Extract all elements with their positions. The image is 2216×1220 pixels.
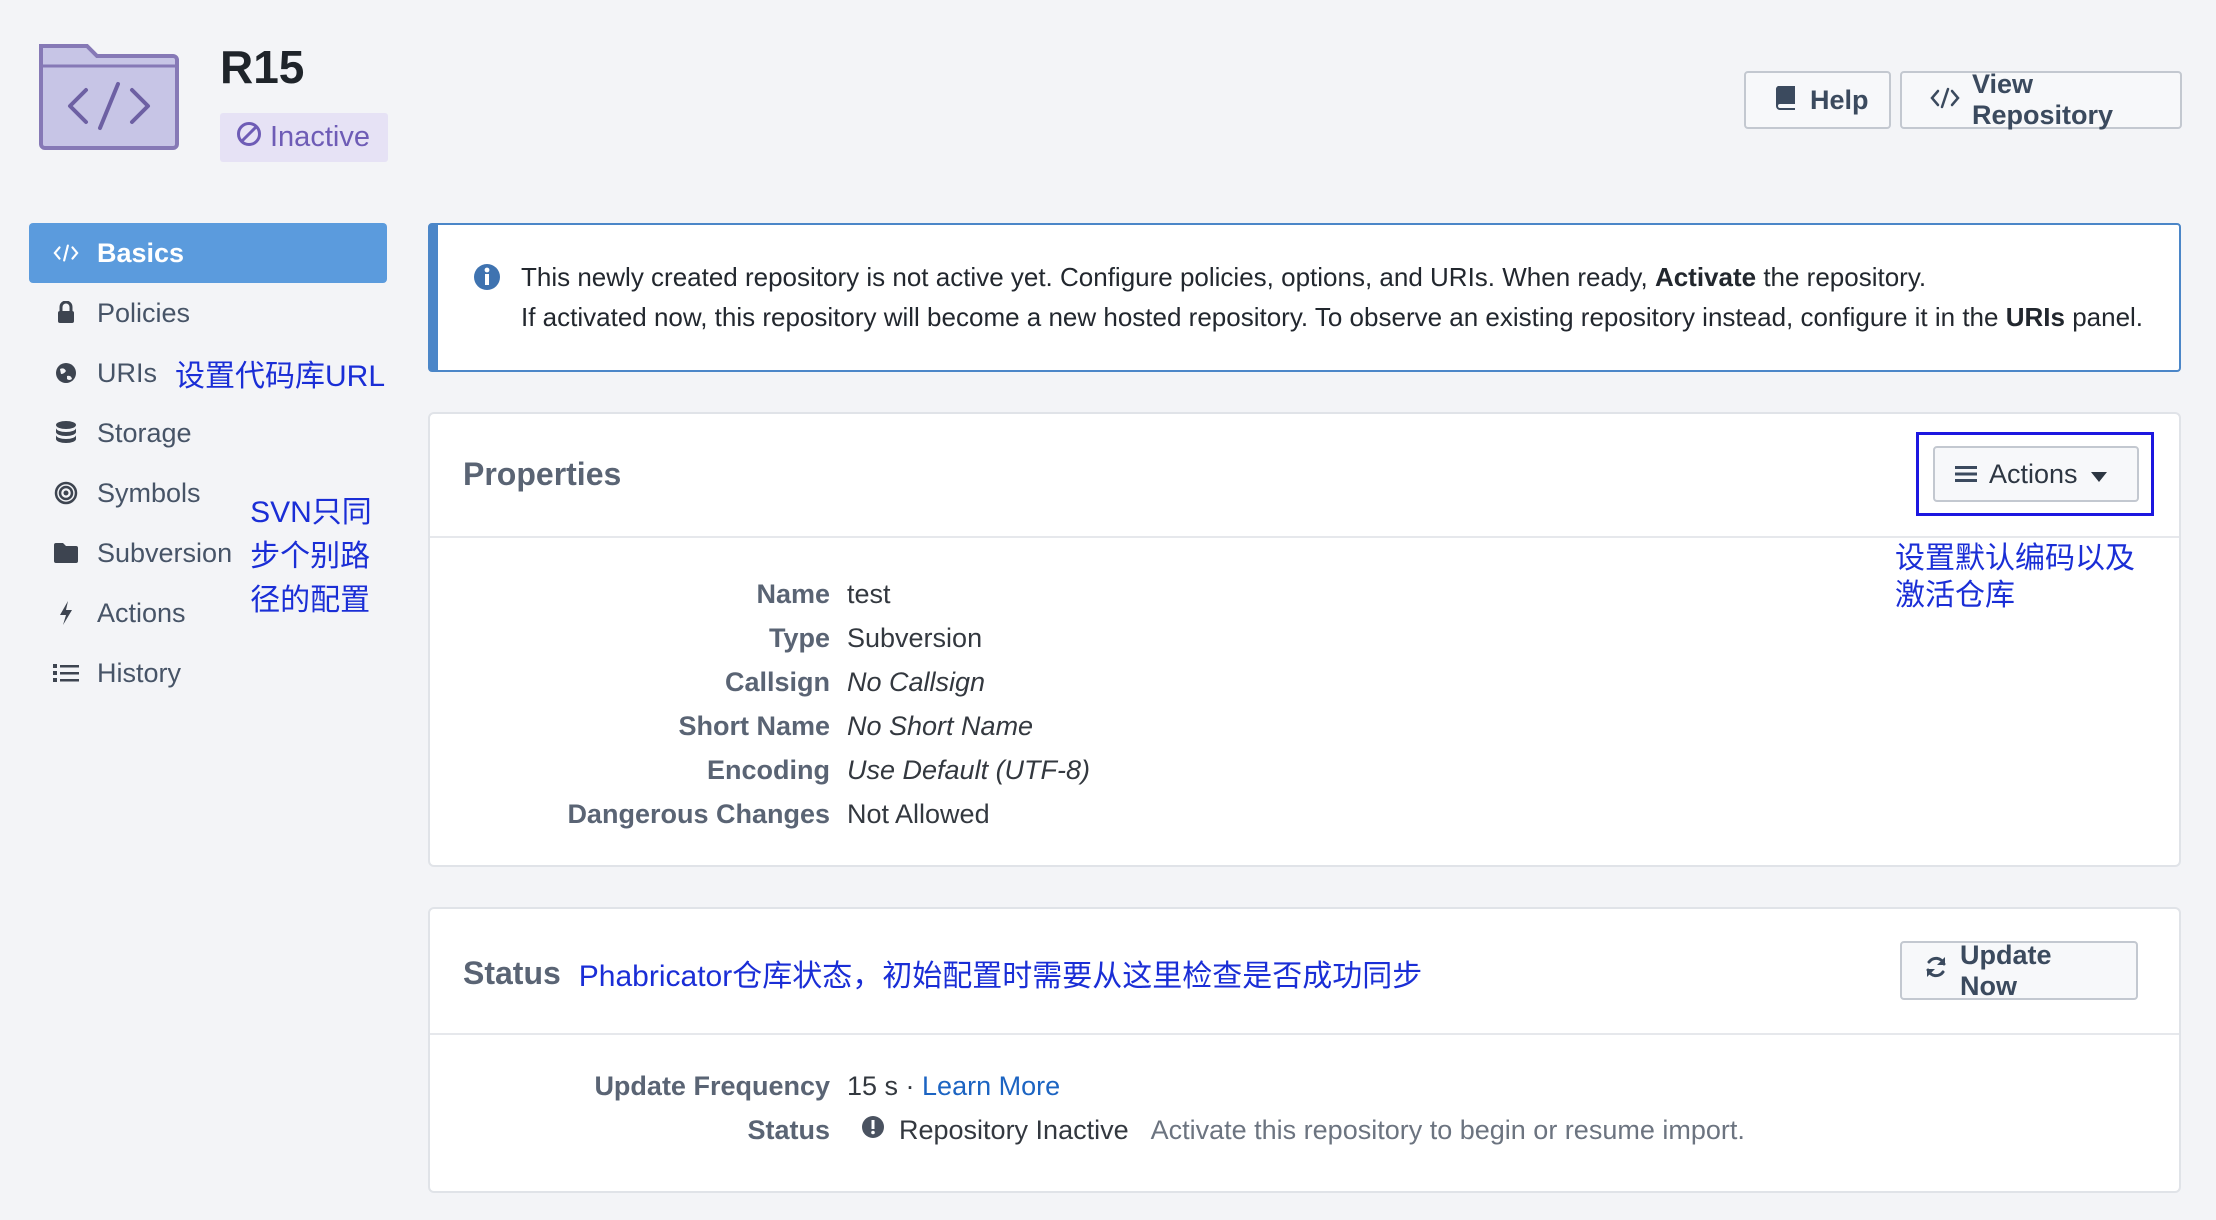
sidebar-item-subversion[interactable]: Subversion SVN只同步个别路径的配置 (29, 496, 387, 617)
exclamation-circle-icon (861, 1115, 885, 1146)
property-label: Short Name (678, 710, 830, 741)
status-title: Status (463, 954, 561, 991)
globe-icon (53, 361, 79, 385)
property-row: Type Subversion (430, 616, 1090, 660)
status-annotation: Phabricator仓库状态，初始配置时需要从这里检查是否成功同步 (578, 960, 1423, 993)
property-value: Not Allowed (847, 798, 990, 829)
property-label: Callsign (724, 666, 830, 697)
sidebar-item-policies[interactable]: Policies (29, 283, 387, 343)
database-icon (53, 420, 79, 446)
actions-annotation: 设置默认编码以及 激活仓库 (1895, 540, 2135, 614)
property-row: Short Name No Short Name (430, 704, 1090, 748)
status-row: Status Repository Inactive Activate this… (430, 1108, 1745, 1152)
properties-list: Name test Type Subversion Callsign No Ca… (430, 572, 1090, 836)
property-row: Dangerous Changes Not Allowed (430, 792, 1090, 836)
prohibited-icon (236, 121, 262, 155)
property-label: Type (768, 622, 830, 653)
properties-title: Properties (463, 456, 622, 492)
actions-annotation-line: 激活仓库 (1895, 579, 2015, 612)
code-icon (1930, 85, 1960, 116)
folder-icon (53, 542, 79, 564)
refresh-icon (1924, 955, 1948, 986)
actions-dropdown-button[interactable]: Actions (1933, 446, 2139, 502)
sidebar-item-label: Symbols (97, 477, 201, 508)
notice-text: If activated now, this repository will b… (521, 302, 2006, 332)
status-badge-label: Inactive (270, 121, 370, 153)
bolt-icon (53, 600, 79, 626)
notice-line-2: If activated now, this repository will b… (521, 302, 2143, 333)
bullseye-icon (53, 481, 79, 505)
notice-uris: URIs (2005, 302, 2065, 332)
sidebar-item-label: URIs (97, 357, 157, 388)
property-value: test (847, 578, 891, 609)
notice-line-1: This newly created repository is not act… (521, 262, 1926, 293)
sidebar-item-label: Subversion (97, 537, 233, 568)
properties-divider (430, 536, 2179, 538)
sidebar-item-label: Basics (97, 237, 185, 268)
property-value: Use Default (UTF-8) (847, 754, 1091, 785)
sidebar-item-label: Policies (97, 297, 191, 328)
property-label: Update Frequency (594, 1070, 830, 1101)
learn-more-link[interactable]: Learn More (922, 1071, 1060, 1101)
info-notice (428, 223, 2181, 372)
sidebar-item-basics[interactable]: Basics (29, 223, 387, 283)
update-frequency-row: Update Frequency 15 s · Learn More (430, 1064, 1060, 1108)
property-value: No Callsign (847, 666, 986, 697)
subversion-annotation: SVN只同步个别路径的配置 (250, 496, 372, 617)
status-header: Status Phabricator仓库状态，初始配置时需要从这里检查是否成功同… (463, 951, 1422, 995)
status-hint: Activate this repository to begin or res… (1150, 1114, 1745, 1145)
menu-icon (1955, 459, 1977, 490)
caret-down-icon (2090, 459, 2108, 490)
property-row: Name test (430, 572, 1090, 616)
list-icon (53, 663, 79, 683)
repository-folder-icon (38, 40, 180, 150)
property-label: Status (747, 1114, 830, 1145)
info-icon (472, 262, 502, 297)
property-row: Callsign No Callsign (430, 660, 1090, 704)
property-value: No Short Name (847, 710, 1034, 741)
sidebar-item-uris[interactable]: URIs 设置代码库URL (29, 343, 387, 403)
sidebar-item-storage[interactable]: Storage (29, 403, 387, 463)
book-icon (1774, 84, 1798, 117)
help-button[interactable]: Help (1744, 71, 1891, 129)
property-value: 15 s · Learn More (847, 1071, 1060, 1102)
notice-activate: Activate (1654, 262, 1757, 292)
property-label: Dangerous Changes (567, 798, 830, 829)
status-divider (430, 1033, 2179, 1035)
page-title: R15 (220, 41, 305, 93)
notice-text: This newly created repository is not act… (521, 262, 1655, 292)
view-repository-label: View Repository (1972, 69, 2114, 130)
actions-label: Actions (1989, 458, 2078, 489)
sidebar-item-label: History (97, 657, 182, 688)
lock-icon (53, 301, 79, 325)
property-value: Repository Inactive Activate this reposi… (847, 1115, 1745, 1146)
sidebar: Basics Policies URIs 设置代码库URL Storage Sy… (29, 223, 387, 703)
sidebar-item-label: Storage (97, 417, 192, 448)
property-label: Name (756, 578, 830, 609)
uris-annotation: 设置代码库URL (175, 360, 386, 393)
status-badge: Inactive (220, 113, 388, 162)
status-value: Repository Inactive (899, 1114, 1129, 1145)
sidebar-item-history[interactable]: History (29, 643, 387, 703)
property-label: Encoding (707, 754, 830, 785)
view-repository-button[interactable]: View Repository (1900, 69, 2182, 130)
code-icon (53, 243, 79, 263)
notice-text: the repository. (1756, 262, 1927, 292)
update-now-label: Update Now (1960, 939, 2052, 1001)
sidebar-item-label: Actions (97, 597, 186, 628)
help-button-label: Help (1810, 84, 1869, 115)
actions-annotation-line: 设置默认编码以及 (1895, 542, 2135, 575)
update-frequency-value: 15 s · (847, 1070, 923, 1101)
notice-text: panel. (2064, 302, 2144, 332)
property-row: Encoding Use Default (UTF-8) (430, 748, 1090, 792)
property-value: Subversion (847, 622, 983, 653)
update-now-button[interactable]: Update Now (1900, 939, 2138, 1001)
